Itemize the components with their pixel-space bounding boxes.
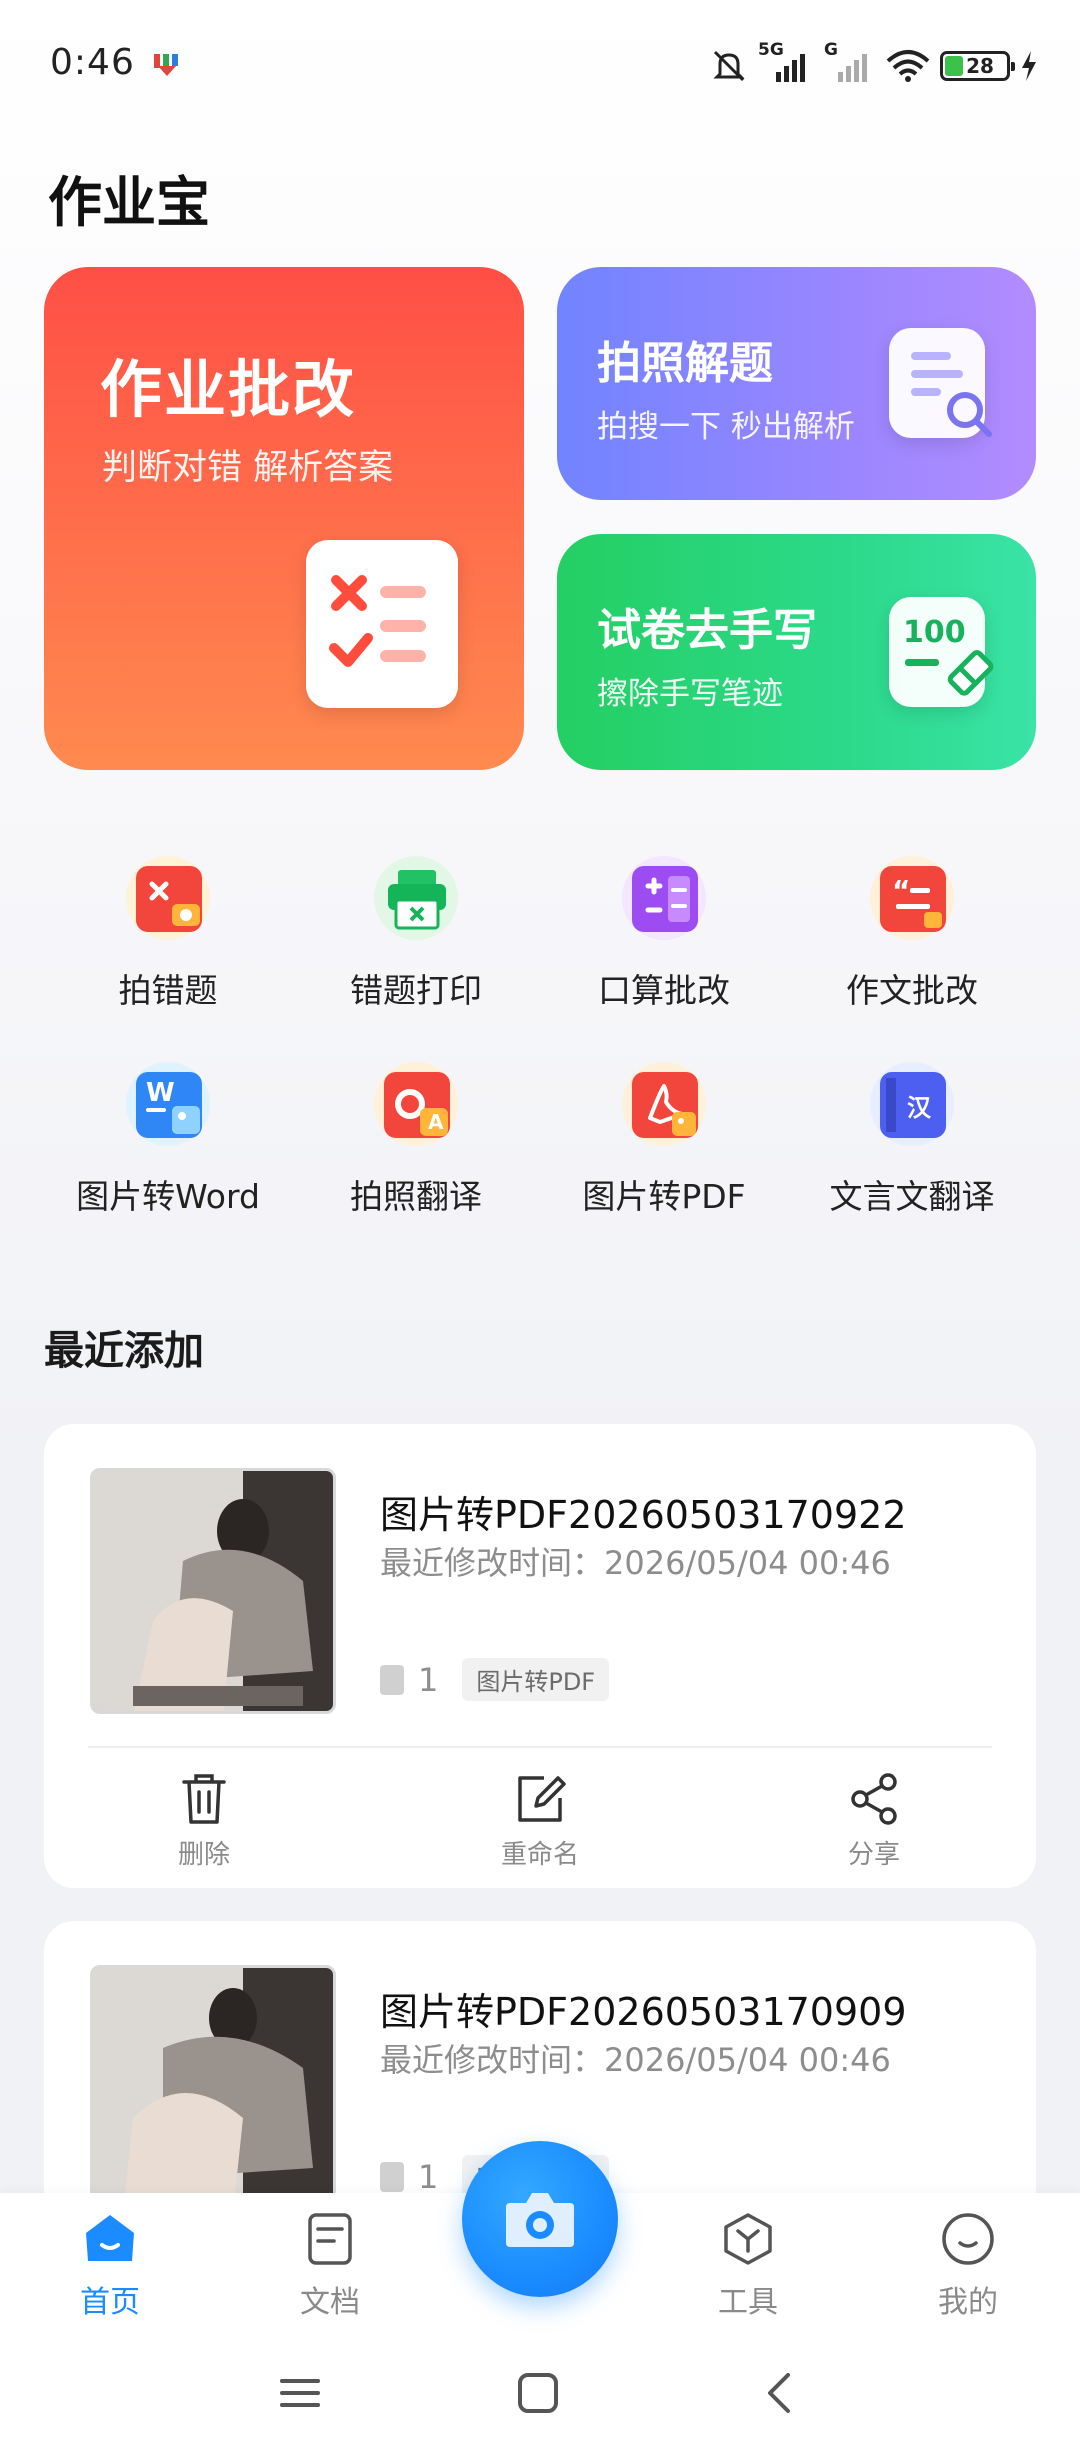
pdf-icon	[632, 1072, 698, 1138]
cube-icon	[724, 2213, 772, 2265]
mute-icon	[713, 50, 745, 82]
home-icon	[86, 2215, 134, 2261]
photo-solve-card-subtitle: 拍搜一下 秒出解析	[597, 409, 855, 445]
recents-button[interactable]	[278, 2371, 322, 2419]
erase-card-title: 试卷去手写	[597, 605, 817, 656]
share-button[interactable]: 分享	[774, 1764, 974, 1871]
tool-essay-correction[interactable]: “ 作文批改	[792, 850, 1032, 1012]
share-icon	[851, 1773, 897, 1825]
edit-icon	[518, 1776, 566, 1822]
tool-label: 作文批改	[846, 971, 978, 1010]
tool-classical-chinese-translate[interactable]: 汉 文言文翻译	[792, 1056, 1032, 1218]
checklist-icon	[306, 540, 458, 708]
tool-image-to-word[interactable]: W 图片转Word	[48, 1056, 288, 1218]
rename-button[interactable]: 重命名	[440, 1764, 640, 1871]
document-icon	[308, 2213, 352, 2265]
nav-documents[interactable]: 文档	[250, 2211, 410, 2321]
document-name: 图片转PDF20260503170922	[380, 1493, 907, 1537]
tool-label: 图片转PDF	[582, 1177, 746, 1216]
printer-icon	[384, 866, 450, 932]
app-notification-icon	[152, 52, 182, 82]
tool-label: 拍照翻译	[350, 1177, 482, 1216]
photo-solve-card-title: 拍照解题	[597, 338, 773, 389]
signal-5g-icon: 5G	[758, 40, 814, 86]
status-time: 0:46	[50, 42, 135, 83]
document-name: 图片转PDF20260503170909	[380, 1990, 907, 2034]
tool-label: 错题打印	[350, 971, 482, 1010]
page-count-icon	[380, 1664, 404, 1695]
status-bar: 0:46 5G G 28	[0, 0, 1080, 130]
camera-icon	[506, 2193, 574, 2247]
nav-profile[interactable]: 我的	[888, 2211, 1048, 2321]
tool-photo-translate[interactable]: A 拍照翻译	[296, 1056, 536, 1218]
tool-capture-mistake[interactable]: 拍错题	[48, 850, 288, 1012]
erase-handwriting-card[interactable]: 试卷去手写 擦除手写笔迹 100	[557, 534, 1036, 770]
wifi-icon	[886, 50, 930, 82]
recent-section-title: 最近添加	[44, 1328, 204, 1374]
translate-icon: A	[384, 1072, 450, 1138]
back-arrow-icon	[768, 2373, 790, 2413]
document-thumbnail	[90, 1468, 336, 1714]
square-icon	[518, 2373, 558, 2413]
document-meta: 1 图片转PDF	[380, 1658, 610, 1701]
document-card[interactable]: 图片转PDF20260503170922 最近修改时间：2026/05/04 0…	[44, 1424, 1036, 1888]
page-count: 1	[418, 2157, 439, 2196]
document-thumbnail	[90, 1965, 336, 2211]
tool-print-mistakes[interactable]: 错题打印	[296, 850, 536, 1012]
photo-solve-card[interactable]: 拍照解题 拍搜一下 秒出解析	[557, 267, 1036, 500]
battery-icon: 28	[940, 51, 1015, 81]
page-title: 作业宝	[48, 171, 210, 234]
system-navigation-bar	[0, 2333, 1080, 2460]
homework-correction-card[interactable]: 作业批改 判断对错 解析答案	[44, 267, 524, 770]
divider	[88, 1746, 992, 1748]
page-count: 1	[418, 1660, 439, 1699]
document-search-icon	[889, 328, 992, 438]
tool-mental-math[interactable]: 口算批改	[544, 850, 784, 1012]
delete-button[interactable]: 删除	[104, 1764, 304, 1871]
eraser-score-icon: 100	[889, 597, 994, 707]
document-modified-time: 最近修改时间：2026/05/04 00:46	[380, 2041, 891, 2079]
charging-icon	[1022, 51, 1036, 81]
menu-icon	[280, 2379, 320, 2407]
camera-mistake-icon	[136, 866, 202, 932]
smiley-icon	[942, 2213, 994, 2265]
nav-home[interactable]: 首页	[30, 2211, 190, 2321]
nav-tools[interactable]: 工具	[668, 2211, 828, 2321]
svg-text:“: “	[892, 874, 910, 907]
essay-icon: “	[880, 866, 946, 932]
word-icon: W	[136, 1072, 202, 1138]
homework-card-subtitle: 判断对错 解析答案	[102, 448, 394, 488]
trash-icon	[182, 1774, 226, 1824]
document-actions: 删除 重命名 分享	[44, 1764, 1036, 1874]
tool-label: 文言文翻译	[829, 1177, 995, 1216]
calculator-icon	[632, 866, 698, 932]
camera-button[interactable]	[462, 2141, 618, 2297]
back-button[interactable]	[758, 2371, 802, 2419]
page-count-icon	[380, 2161, 404, 2192]
tool-label: 口算批改	[598, 971, 730, 1010]
home-system-button[interactable]	[516, 2371, 560, 2419]
erase-card-subtitle: 擦除手写笔迹	[597, 676, 783, 712]
tool-label: 拍错题	[118, 971, 218, 1010]
tool-image-to-pdf[interactable]: 图片转PDF	[544, 1056, 784, 1218]
status-icons: 5G G 28	[710, 40, 1038, 88]
document-modified-time: 最近修改时间：2026/05/04 00:46	[380, 1544, 891, 1582]
tool-label: 图片转Word	[76, 1177, 260, 1216]
classical-chinese-icon: 汉	[880, 1072, 946, 1138]
signal-g-icon: G	[824, 40, 876, 86]
homework-card-title: 作业批改	[100, 353, 357, 426]
document-type-tag: 图片转PDF	[462, 1658, 610, 1701]
